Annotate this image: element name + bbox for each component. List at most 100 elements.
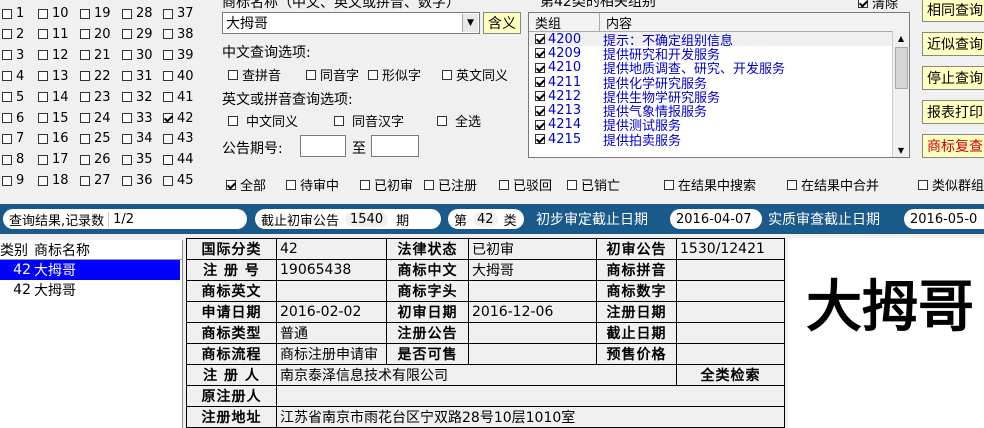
category-checkbox-17[interactable]: 17 bbox=[38, 152, 69, 167]
issue-to-input[interactable] bbox=[371, 135, 419, 157]
filter-5-box[interactable] bbox=[567, 179, 577, 190]
filter-8[interactable]: 类似群组 bbox=[918, 175, 984, 194]
category-checkbox-44-box[interactable] bbox=[163, 154, 173, 165]
category-checkbox-10-box[interactable] bbox=[38, 8, 48, 19]
category-checkbox-37-box[interactable] bbox=[163, 8, 173, 19]
right-button-4[interactable]: 商标复查 bbox=[922, 134, 984, 158]
category-checkbox-24[interactable]: 24 bbox=[80, 111, 111, 126]
category-checkbox-15-box[interactable] bbox=[38, 113, 48, 123]
category-checkbox-25[interactable]: 25 bbox=[80, 131, 111, 146]
category-checkbox-39-box[interactable] bbox=[163, 50, 173, 61]
cn-option-3-box[interactable] bbox=[442, 69, 452, 80]
en-option-2-box[interactable] bbox=[437, 115, 447, 126]
category-checkbox-22[interactable]: 22 bbox=[80, 69, 111, 84]
category-checkbox-30-box[interactable] bbox=[122, 50, 132, 61]
group-row[interactable]: 4212 提供生物学研究服务 bbox=[529, 89, 909, 106]
category-checkbox-27-box[interactable] bbox=[80, 175, 90, 186]
category-checkbox-5[interactable]: 5 bbox=[2, 90, 24, 105]
category-checkbox-33-box[interactable] bbox=[122, 113, 132, 123]
en-option-1-box[interactable] bbox=[334, 115, 344, 126]
group-row-checkbox[interactable] bbox=[535, 119, 545, 130]
category-checkbox-12[interactable]: 12 bbox=[38, 48, 69, 63]
filter-4-box[interactable] bbox=[499, 179, 509, 190]
category-checkbox-23-box[interactable] bbox=[80, 92, 90, 103]
category-checkbox-32[interactable]: 32 bbox=[122, 90, 153, 105]
category-checkbox-19[interactable]: 19 bbox=[80, 6, 111, 21]
category-checkbox-10[interactable]: 10 bbox=[38, 6, 69, 21]
category-checkbox-22-box[interactable] bbox=[80, 71, 90, 82]
filter-0-box[interactable] bbox=[226, 179, 236, 190]
category-checkbox-25-box[interactable] bbox=[80, 133, 90, 144]
all-class-search-link[interactable]: 全类检索 bbox=[676, 364, 785, 386]
category-checkbox-5-box[interactable] bbox=[2, 92, 12, 103]
category-checkbox-42[interactable]: 42 bbox=[163, 111, 194, 126]
cn-option-3[interactable]: 英文同义 bbox=[442, 65, 508, 84]
category-checkbox-8-box[interactable] bbox=[2, 154, 12, 165]
en-option-0[interactable]: 中文同义 bbox=[228, 111, 298, 130]
en-option-0-box[interactable] bbox=[228, 115, 238, 126]
category-checkbox-40-box[interactable] bbox=[163, 71, 173, 82]
category-checkbox-14[interactable]: 14 bbox=[38, 90, 69, 105]
category-checkbox-20[interactable]: 20 bbox=[80, 27, 111, 42]
right-button-2[interactable]: 停止查询 bbox=[922, 66, 984, 90]
category-checkbox-34-box[interactable] bbox=[122, 133, 132, 144]
right-button-3[interactable]: 报表打印 bbox=[922, 100, 984, 124]
filter-3[interactable]: 已注册 bbox=[424, 175, 477, 194]
filter-0[interactable]: 全部 bbox=[226, 175, 266, 194]
category-checkbox-15[interactable]: 15 bbox=[38, 111, 69, 126]
filter-7[interactable]: 在结果中合并 bbox=[787, 175, 879, 194]
category-checkbox-36[interactable]: 36 bbox=[122, 173, 153, 188]
category-checkbox-31[interactable]: 31 bbox=[122, 69, 153, 84]
scroll-up-icon[interactable]: ▲ bbox=[893, 31, 909, 45]
category-checkbox-18[interactable]: 18 bbox=[38, 173, 69, 188]
group-row-checkbox[interactable] bbox=[535, 91, 545, 102]
category-checkbox-29[interactable]: 29 bbox=[122, 27, 153, 42]
scroll-down-icon[interactable]: ▼ bbox=[893, 143, 909, 157]
category-checkbox-3-box[interactable] bbox=[2, 50, 12, 61]
category-checkbox-7[interactable]: 7 bbox=[2, 131, 24, 146]
meaning-button[interactable]: 含义 bbox=[483, 12, 521, 34]
category-checkbox-43-box[interactable] bbox=[163, 133, 173, 144]
group-list[interactable]: 类组 内容 4200 提示：不确定组别信息 4209 提供研究和开发服务 4210 提供地… bbox=[528, 12, 910, 158]
category-checkbox-33[interactable]: 33 bbox=[122, 111, 153, 126]
category-checkbox-41[interactable]: 41 bbox=[163, 90, 194, 105]
category-checkbox-20-box[interactable] bbox=[80, 29, 90, 40]
category-checkbox-2-box[interactable] bbox=[2, 29, 12, 40]
category-checkbox-31-box[interactable] bbox=[122, 71, 132, 82]
category-checkbox-19-box[interactable] bbox=[80, 8, 90, 19]
category-checkbox-45-box[interactable] bbox=[163, 175, 173, 186]
category-checkbox-4-box[interactable] bbox=[2, 71, 12, 82]
category-checkbox-28[interactable]: 28 bbox=[122, 6, 153, 21]
scroll-thumb[interactable] bbox=[895, 47, 908, 89]
chevron-down-icon[interactable]: ▼ bbox=[462, 14, 478, 32]
cn-option-1[interactable]: 同音字 bbox=[306, 65, 359, 84]
cn-option-0-box[interactable] bbox=[228, 69, 238, 80]
category-checkbox-30[interactable]: 30 bbox=[122, 48, 153, 63]
en-option-2[interactable]: 全选 bbox=[437, 111, 481, 130]
category-checkbox-4[interactable]: 4 bbox=[2, 69, 24, 84]
filter-1-box[interactable] bbox=[286, 179, 296, 190]
filter-4[interactable]: 已驳回 bbox=[499, 175, 552, 194]
group-row[interactable]: 4214 提供测试服务 bbox=[529, 117, 909, 134]
category-checkbox-2[interactable]: 2 bbox=[2, 27, 24, 42]
category-checkbox-6-box[interactable] bbox=[2, 113, 12, 123]
group-row[interactable]: 4210 提供地质调查、研究、开发服务 bbox=[529, 60, 909, 77]
category-checkbox-8[interactable]: 8 bbox=[2, 152, 24, 167]
category-checkbox-1-box[interactable] bbox=[2, 8, 12, 19]
filter-5[interactable]: 已销亡 bbox=[567, 175, 620, 194]
category-checkbox-35[interactable]: 35 bbox=[122, 152, 153, 167]
results-list[interactable]: 类别 商标名称 42 大拇哥 42 大拇哥 bbox=[0, 240, 183, 428]
category-checkbox-23[interactable]: 23 bbox=[80, 90, 111, 105]
category-checkbox-9[interactable]: 9 bbox=[2, 173, 24, 188]
result-row[interactable]: 42 大拇哥 bbox=[0, 260, 180, 280]
category-checkbox-1[interactable]: 1 bbox=[2, 6, 24, 21]
filter-6-box[interactable] bbox=[664, 179, 674, 190]
category-checkbox-36-box[interactable] bbox=[122, 175, 132, 186]
filter-3-box[interactable] bbox=[424, 179, 434, 190]
category-checkbox-26[interactable]: 26 bbox=[80, 152, 111, 167]
category-checkbox-16[interactable]: 16 bbox=[38, 131, 69, 146]
category-checkbox-6[interactable]: 6 bbox=[2, 111, 24, 126]
category-checkbox-44[interactable]: 44 bbox=[163, 152, 194, 167]
category-checkbox-29-box[interactable] bbox=[122, 29, 132, 40]
category-checkbox-26-box[interactable] bbox=[80, 154, 90, 165]
